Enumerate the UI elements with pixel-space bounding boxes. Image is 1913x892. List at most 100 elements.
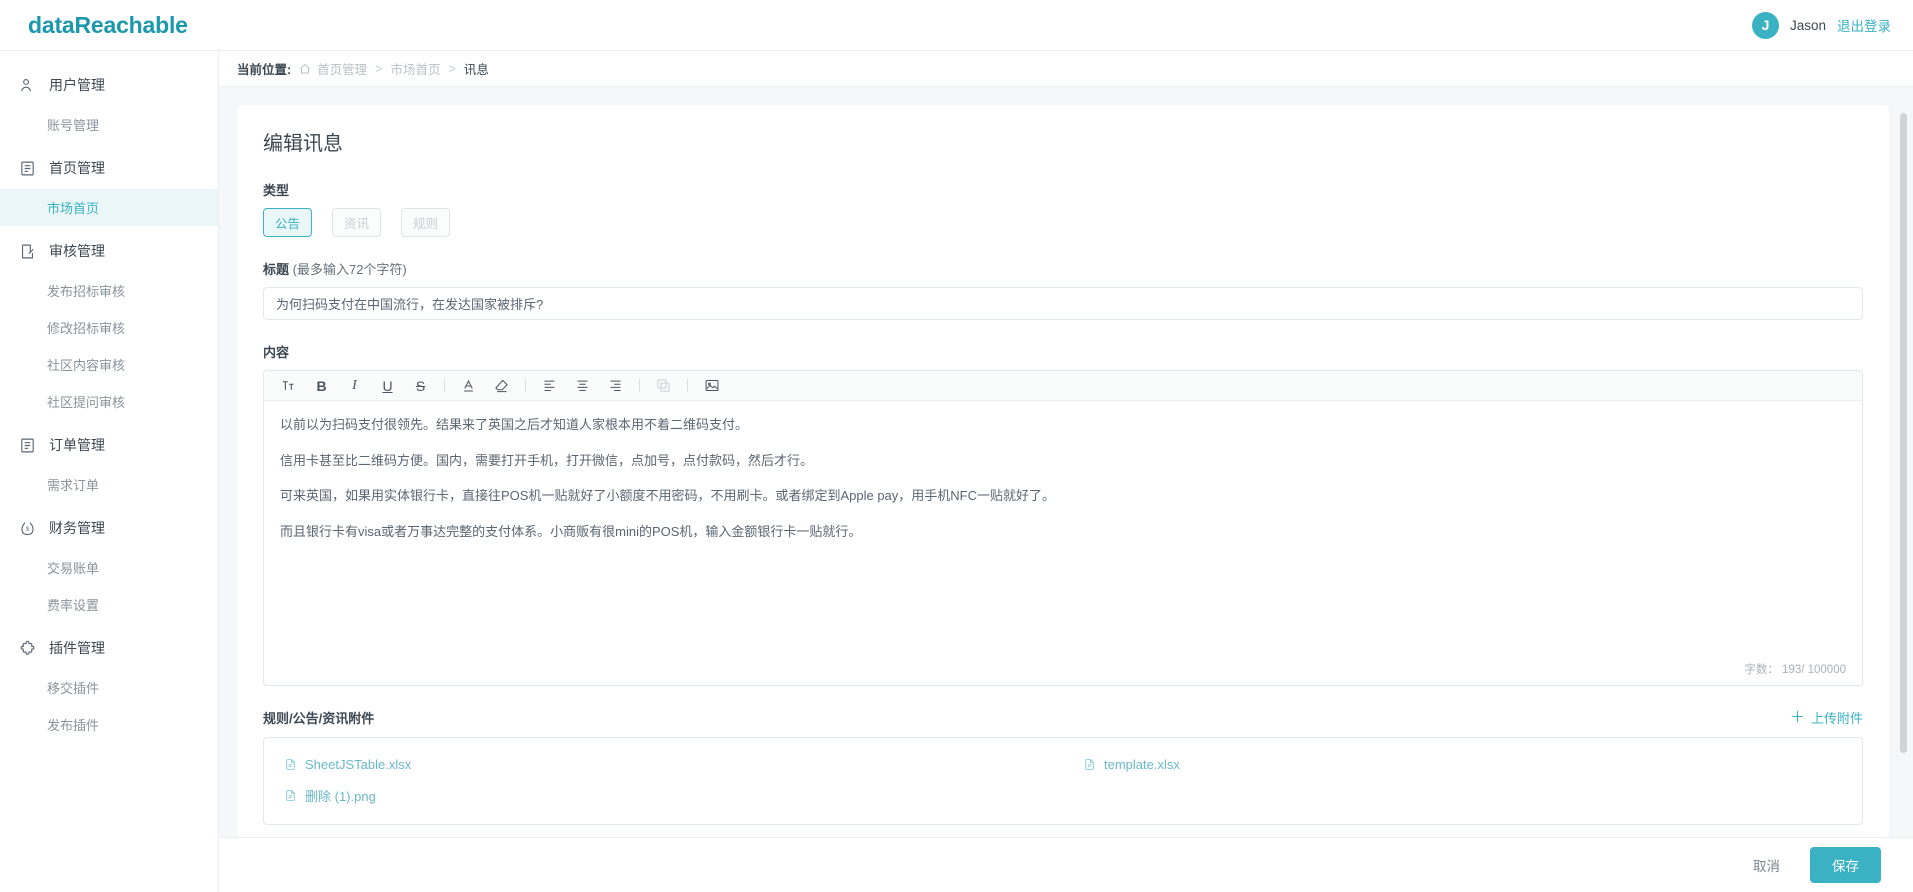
italic-icon[interactable]: I — [338, 373, 371, 399]
vertical-scrollbar[interactable] — [1900, 113, 1907, 753]
sidebar-label: 审核管理 — [49, 243, 105, 259]
avatar: J — [1751, 11, 1779, 39]
content-paragraph: 以前以为扫码支付很领先。结果来了英国之后才知道人家根本用不着二维码支付。 — [280, 417, 749, 432]
sidebar-group-home: 首页管理 市场首页 — [0, 147, 218, 226]
attachment-name: SheetJSTable.xlsx — [305, 757, 412, 772]
underline-icon[interactable]: U — [371, 373, 404, 399]
sidebar-item-account-management[interactable]: 账号管理 — [0, 106, 218, 143]
strikethrough-icon[interactable]: S — [404, 373, 437, 399]
sidebar-group-review: 审核管理 发布招标审核 修改招标审核 社区内容审核 社区提问审核 — [0, 230, 218, 420]
breadcrumb-separator: > — [375, 61, 383, 76]
title-field-label: 标题 (最多输入72个字符) — [263, 259, 1863, 278]
sidebar-item-publish-bid-review[interactable]: 发布招标审核 — [0, 272, 218, 309]
attachments-list: SheetJSTable.xlsx template.xlsx 删除 (1).p… — [263, 737, 1863, 825]
logout-link[interactable]: 退出登录 — [1837, 15, 1891, 35]
sidebar-group-plugin: 插件管理 移交插件 发布插件 — [0, 627, 218, 743]
attachments-label: 规则/公告/资讯附件 — [263, 711, 375, 726]
top-bar: dataReachable J Jason 退出登录 — [0, 0, 1913, 51]
breadcrumb: 当前位置: 首页管理 > 市场首页 > 讯息 — [219, 51, 1913, 87]
sidebar-item-publish-plugin[interactable]: 发布插件 — [0, 706, 218, 743]
attachment-item[interactable]: template.xlsx — [1063, 750, 1862, 779]
save-button[interactable]: 保存 — [1810, 847, 1881, 883]
type-option-rule[interactable]: 规则 — [401, 208, 450, 237]
sidebar-item-modify-bid-review[interactable]: 修改招标审核 — [0, 309, 218, 346]
sidebar-item-rate-settings[interactable]: 费率设置 — [0, 586, 218, 623]
attachment-item[interactable]: 删除 (1).png — [264, 779, 1063, 812]
align-left-icon[interactable] — [533, 373, 566, 399]
font-size-icon[interactable] — [272, 373, 305, 399]
sidebar-item-order-management[interactable]: 订单管理 — [0, 424, 218, 466]
topbar-user-area: J Jason 退出登录 — [1751, 11, 1891, 39]
title-input[interactable] — [263, 287, 1863, 320]
rich-text-editor: B I U S 以前以为扫码支付很领先。结果来了英国之后才知道人家根本用不着二维… — [263, 370, 1863, 686]
list-icon — [19, 160, 36, 177]
edit-message-card: 编辑讯息 类型 公告 资讯 规则 标题 (最多输入72个字符) 内容 — [237, 105, 1889, 837]
main-content: 当前位置: 首页管理 > 市场首页 > 讯息 编辑讯息 类型 公告 资讯 规则 — [219, 51, 1913, 892]
order-icon — [19, 437, 36, 454]
toolbar-divider — [639, 379, 640, 392]
sidebar-item-transfer-plugin[interactable]: 移交插件 — [0, 669, 218, 706]
type-selector: 公告 资讯 规则 — [263, 208, 1863, 237]
sidebar-item-finance-management[interactable]: $ 财务管理 — [0, 507, 218, 549]
breadcrumb-item-market-home[interactable]: 市场首页 — [391, 59, 441, 78]
svg-text:$: $ — [26, 526, 30, 532]
money-icon: $ — [19, 520, 36, 537]
upload-attachment-label: 上传附件 — [1810, 711, 1863, 726]
content-field-label: 内容 — [263, 345, 290, 360]
content-paragraph: 而且银行卡有visa或者万事达完整的支付体系。小商贩有很mini的POS机，输入… — [280, 523, 862, 539]
content-paragraph: 可来英国，如果用实体银行卡，直接往POS机一贴就好了小额度不用密码，不用刷卡。或… — [280, 488, 1055, 503]
attachments-header: 规则/公告/资讯附件 ＋ 上传附件 — [263, 708, 1863, 727]
bold-icon[interactable]: B — [305, 373, 338, 399]
review-icon — [19, 243, 36, 260]
sidebar-nav: 用户管理 账号管理 首页管理 市场首页 审核管理 发布招标审核 修改招标审核 社… — [0, 51, 219, 892]
sidebar-label: 插件管理 — [49, 640, 105, 656]
content-scroll-area: 编辑讯息 类型 公告 资讯 规则 标题 (最多输入72个字符) 内容 — [219, 87, 1913, 837]
sidebar-item-community-question-review[interactable]: 社区提问审核 — [0, 383, 218, 420]
text-color-icon[interactable] — [452, 373, 485, 399]
breadcrumb-separator: > — [448, 61, 456, 76]
sidebar-item-user-management[interactable]: 用户管理 — [0, 64, 218, 106]
app-brand-logo: dataReachable — [28, 11, 188, 38]
title-label-text: 标题 — [263, 262, 290, 277]
sidebar-item-plugin-management[interactable]: 插件管理 — [0, 627, 218, 669]
insert-image-icon[interactable] — [695, 373, 728, 399]
align-right-icon[interactable] — [599, 373, 632, 399]
cancel-button[interactable]: 取消 — [1741, 848, 1792, 882]
highlight-color-icon[interactable] — [485, 373, 518, 399]
sidebar-item-community-content-review[interactable]: 社区内容审核 — [0, 346, 218, 383]
type-option-news[interactable]: 资讯 — [332, 208, 381, 237]
sidebar-item-review-management[interactable]: 审核管理 — [0, 230, 218, 272]
attachment-name: template.xlsx — [1104, 757, 1180, 772]
sidebar-label: 用户管理 — [49, 77, 105, 93]
align-center-icon[interactable] — [566, 373, 599, 399]
toolbar-divider — [525, 379, 526, 392]
attachment-item[interactable]: SheetJSTable.xlsx — [264, 750, 1063, 779]
sidebar-item-demand-order[interactable]: 需求订单 — [0, 466, 218, 503]
sidebar-group-user: 用户管理 账号管理 — [0, 64, 218, 143]
user-icon — [19, 77, 36, 94]
title-hint: (最多输入72个字符) — [292, 262, 407, 277]
breadcrumb-item-home-management[interactable]: 首页管理 — [317, 59, 367, 78]
breadcrumb-current: 讯息 — [463, 63, 489, 77]
attachment-name: 删除 (1).png — [305, 789, 376, 804]
sidebar-item-market-home[interactable]: 市场首页 — [0, 189, 218, 226]
type-field-label: 类型 — [263, 183, 290, 198]
type-option-announcement[interactable]: 公告 — [263, 208, 312, 237]
sidebar-group-order: 订单管理 需求订单 — [0, 424, 218, 503]
home-icon — [299, 63, 311, 75]
content-paragraph: 信用卡甚至比二维码方便。国内，需要打开手机，打开微信，点加号，点付款码，然后才行… — [280, 452, 814, 468]
sidebar-group-finance: $ 财务管理 交易账单 费率设置 — [0, 507, 218, 623]
editor-content[interactable]: 以前以为扫码支付很领先。结果来了英国之后才知道人家根本用不着二维码支付。 信用卡… — [264, 401, 1862, 661]
form-footer: 取消 保存 — [219, 837, 1913, 892]
sidebar-label: 首页管理 — [49, 160, 105, 176]
sidebar-item-transaction-bill[interactable]: 交易账单 — [0, 549, 218, 586]
sidebar-item-home-management[interactable]: 首页管理 — [0, 147, 218, 189]
file-icon — [1083, 757, 1096, 772]
character-counter: 字数： 193/ 100000 — [1744, 664, 1846, 676]
plus-icon: ＋ — [1789, 709, 1805, 726]
page-title: 编辑讯息 — [263, 133, 343, 155]
upload-attachment-button[interactable]: ＋ 上传附件 — [1790, 708, 1863, 727]
puzzle-icon — [19, 640, 36, 657]
duplicate-icon — [647, 373, 680, 399]
file-icon — [284, 757, 297, 772]
